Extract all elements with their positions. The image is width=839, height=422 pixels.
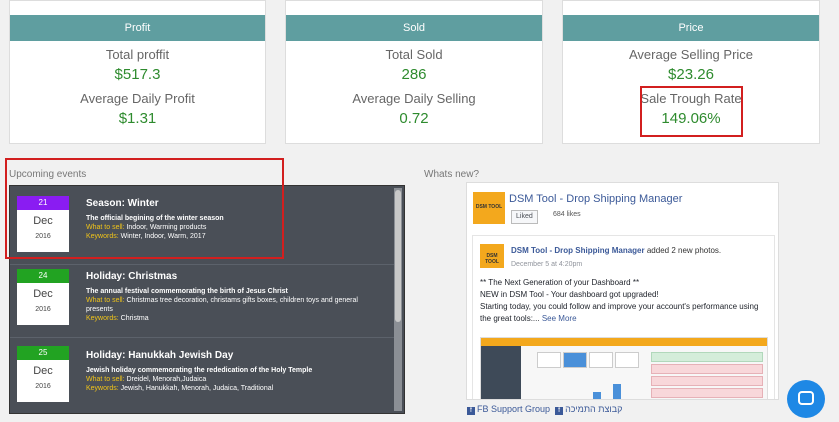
what-to-sell-value: Christmas tree decoration, christams gif…	[86, 297, 358, 313]
logo-text: DSM TOOL	[485, 253, 499, 265]
event-date: 24 Dec 2016	[17, 269, 69, 325]
post-line: NEW in DSM Tool - Your dashboard got upg…	[480, 290, 659, 299]
screenshot-bar	[613, 384, 621, 399]
total-sold-value: 286	[401, 66, 427, 83]
avg-daily-selling-value: 0.72	[399, 110, 429, 127]
dsm-logo[interactable]: DSM TOOL	[473, 192, 505, 224]
post-line: Starting today, you could follow and imp…	[480, 302, 759, 323]
card-header: Profit	[10, 15, 265, 41]
likes-count: 684 likes	[553, 211, 581, 218]
post-author-logo[interactable]: DSM TOOL	[480, 244, 504, 268]
avg-selling-price-value: $23.26	[668, 66, 714, 83]
post-screenshot[interactable]	[480, 337, 768, 399]
fb-page-name-link[interactable]: DSM Tool - Drop Shipping Manager	[509, 193, 682, 205]
post-line: ** The Next Generation of your Dashboard…	[480, 278, 640, 287]
post-author-link[interactable]: DSM Tool - Drop Shipping Manager	[511, 246, 645, 255]
keywords-value: Jewish, Hanukkah, Menorah, Judaica, Trad…	[120, 385, 274, 392]
keywords-value: Christma	[120, 315, 149, 322]
screenshot-topbar	[481, 338, 767, 346]
liked-label: Liked	[516, 213, 533, 220]
what-to-sell-value: Dreidel, Menorah,Judaica	[126, 376, 207, 383]
event-title: Holiday: Hanukkah Jewish Day	[86, 350, 234, 361]
avg-selling-price-label: Average Selling Price	[628, 47, 754, 62]
event-desc-text: The annual festival commemorating the bi…	[86, 288, 288, 295]
screenshot-alert	[651, 388, 763, 398]
event-month: Dec	[33, 365, 53, 377]
screenshot-alert	[651, 364, 763, 374]
total-profit-value: $517.3	[114, 66, 161, 83]
event-title: Holiday: Christmas	[86, 271, 178, 282]
facebook-icon: f	[555, 407, 564, 415]
screenshot-tile	[563, 352, 587, 368]
profit-card: Profit Total proffit $517.3 Average Dail…	[9, 0, 266, 144]
see-more-link[interactable]: See More	[542, 314, 577, 323]
chat-icon	[798, 391, 814, 405]
what-to-sell-label: What to sell:	[86, 297, 125, 304]
event-description: Jewish holiday commemorating the rededic…	[86, 366, 376, 393]
fb-links: f FB Support Group f קבוצת התמיכה	[467, 404, 622, 415]
event-day: 24	[17, 269, 69, 283]
avg-daily-selling-label: Average Daily Selling	[352, 91, 476, 106]
event-month: Dec	[33, 288, 53, 300]
total-sold-label: Total Sold	[385, 47, 443, 62]
whats-new-label: Whats new?	[424, 169, 480, 180]
chat-button[interactable]	[787, 380, 825, 418]
liked-button[interactable]: Liked	[511, 210, 538, 224]
screenshot-tile	[589, 352, 613, 368]
fb-post: DSM TOOL DSM Tool - Drop Shipping Manage…	[472, 235, 775, 399]
event-date: 25 Dec 2016	[17, 346, 69, 402]
events-scroll-thumb[interactable]	[395, 190, 401, 322]
highlight-box	[640, 86, 743, 137]
post-text: ** The Next Generation of your Dashboard…	[480, 277, 765, 325]
post-date[interactable]: December 5 at 4:20pm	[511, 261, 582, 268]
event-desc-text: Jewish holiday commemorating the rededic…	[86, 367, 313, 374]
avg-daily-profit-label: Average Daily Profit	[80, 91, 195, 106]
event-year: 2016	[35, 383, 51, 390]
avg-daily-profit-value: $1.31	[118, 110, 157, 127]
keywords-label: Keywords:	[86, 315, 119, 322]
card-header: Sold	[286, 15, 542, 41]
screenshot-tile	[537, 352, 561, 368]
keywords-label: Keywords:	[86, 385, 119, 392]
event-item[interactable]: 25 Dec 2016 Holiday: Hanukkah Jewish Day…	[10, 338, 394, 413]
highlight-box	[5, 158, 284, 259]
what-to-sell-label: What to sell:	[86, 376, 125, 383]
post-header: DSM Tool - Drop Shipping Manager added 2…	[511, 246, 721, 255]
event-item[interactable]: 24 Dec 2016 Holiday: Christmas The annua…	[10, 259, 394, 338]
screenshot-alert	[651, 352, 763, 362]
facebook-icon: f	[467, 407, 475, 415]
event-day: 25	[17, 346, 69, 360]
event-description: The annual festival commemorating the bi…	[86, 287, 376, 323]
fb-support-group-link[interactable]: FB Support Group	[477, 404, 550, 414]
facebook-widget: DSM TOOL DSM Tool - Drop Shipping Manage…	[466, 182, 779, 400]
sold-card: Sold Total Sold 286 Average Daily Sellin…	[285, 0, 543, 144]
screenshot-bar	[593, 392, 601, 399]
event-year: 2016	[35, 306, 51, 313]
screenshot-tile	[615, 352, 639, 368]
screenshot-sidebar	[481, 346, 521, 399]
fb-support-group-hebrew-link[interactable]: קבוצת התמיכה	[565, 404, 622, 414]
card-header: Price	[563, 15, 819, 41]
logo-text: DSM TOOL	[475, 204, 503, 210]
screenshot-alert	[651, 376, 763, 386]
post-action: added 2 new photos.	[644, 246, 722, 255]
total-profit-label: Total proffit	[105, 47, 170, 62]
